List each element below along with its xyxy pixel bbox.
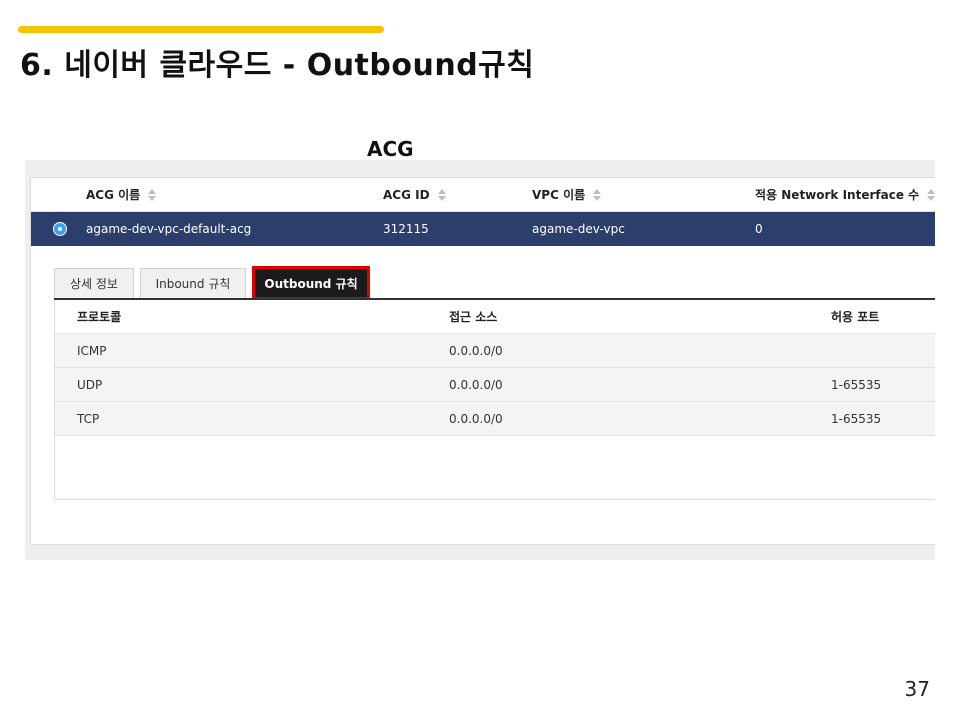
- page-number: 37: [904, 677, 930, 701]
- protocol-cell: UDP: [77, 377, 103, 392]
- column-header-acg-name[interactable]: ACG 이름: [86, 186, 157, 203]
- tab-details[interactable]: 상세 정보: [54, 268, 134, 298]
- column-header-label: VPC 이름: [532, 188, 586, 202]
- column-header-label: 적용 Network Interface 수: [755, 188, 920, 202]
- source-cell: 0.0.0.0/0: [449, 411, 503, 426]
- source-cell: 0.0.0.0/0: [449, 343, 503, 358]
- row-radio-button[interactable]: [53, 222, 67, 236]
- column-header-acg-id[interactable]: ACG ID: [383, 188, 446, 202]
- accent-bar: [18, 26, 384, 33]
- nic-count-cell: 0: [755, 222, 763, 236]
- sort-icon[interactable]: [927, 188, 935, 201]
- column-header-port: 허용 포트: [831, 310, 880, 324]
- port-cell: 1-65535: [831, 411, 882, 426]
- column-header-vpc-name[interactable]: VPC 이름: [532, 186, 602, 203]
- table-row: TCP 0.0.0.0/0 1-65535: [55, 402, 935, 436]
- column-header-nic-count[interactable]: 적용 Network Interface 수: [755, 186, 935, 203]
- acg-table-row-selected[interactable]: agame-dev-vpc-default-acg 312115 agame-d…: [31, 212, 935, 246]
- sort-icon[interactable]: [148, 188, 157, 201]
- table-row: UDP 0.0.0.0/0 1-65535: [55, 368, 935, 402]
- acg-name-cell: agame-dev-vpc-default-acg: [86, 222, 252, 236]
- acg-console-screenshot: ACG 이름 ACG ID VPC 이름 적용 Network Interfac…: [25, 160, 935, 560]
- column-header-label: ACG 이름: [86, 188, 141, 202]
- slide-title: 6. 네이버 클라우드 - Outbound규칙: [20, 48, 535, 83]
- sort-icon[interactable]: [437, 188, 446, 201]
- acg-panel: ACG 이름 ACG ID VPC 이름 적용 Network Interfac…: [30, 177, 935, 545]
- outbound-rules-table: 프로토콜 접근 소스 허용 포트 ICMP 0.0.0.0/0 UDP 0.0.…: [54, 300, 935, 500]
- source-cell: 0.0.0.0/0: [449, 377, 503, 392]
- column-header-label: ACG ID: [383, 187, 430, 202]
- column-header-protocol: 프로토콜: [77, 310, 122, 324]
- rules-table-header: 프로토콜 접근 소스 허용 포트: [55, 300, 935, 334]
- protocol-cell: TCP: [77, 411, 100, 426]
- tab-inbound-rules[interactable]: Inbound 규칙: [140, 268, 246, 298]
- column-header-source: 접근 소스: [449, 310, 498, 324]
- port-cell: 1-65535: [831, 377, 882, 392]
- table-row: ICMP 0.0.0.0/0: [55, 334, 935, 368]
- protocol-cell: ICMP: [77, 343, 107, 358]
- sort-icon[interactable]: [593, 188, 602, 201]
- acg-id-cell: 312115: [383, 222, 429, 236]
- tab-outbound-rules[interactable]: Outbound 규칙: [252, 266, 370, 300]
- vpc-name-cell: agame-dev-vpc: [532, 222, 625, 236]
- acg-table-header: ACG 이름 ACG ID VPC 이름 적용 Network Interfac…: [31, 178, 935, 212]
- acg-caption: ACG: [367, 137, 414, 161]
